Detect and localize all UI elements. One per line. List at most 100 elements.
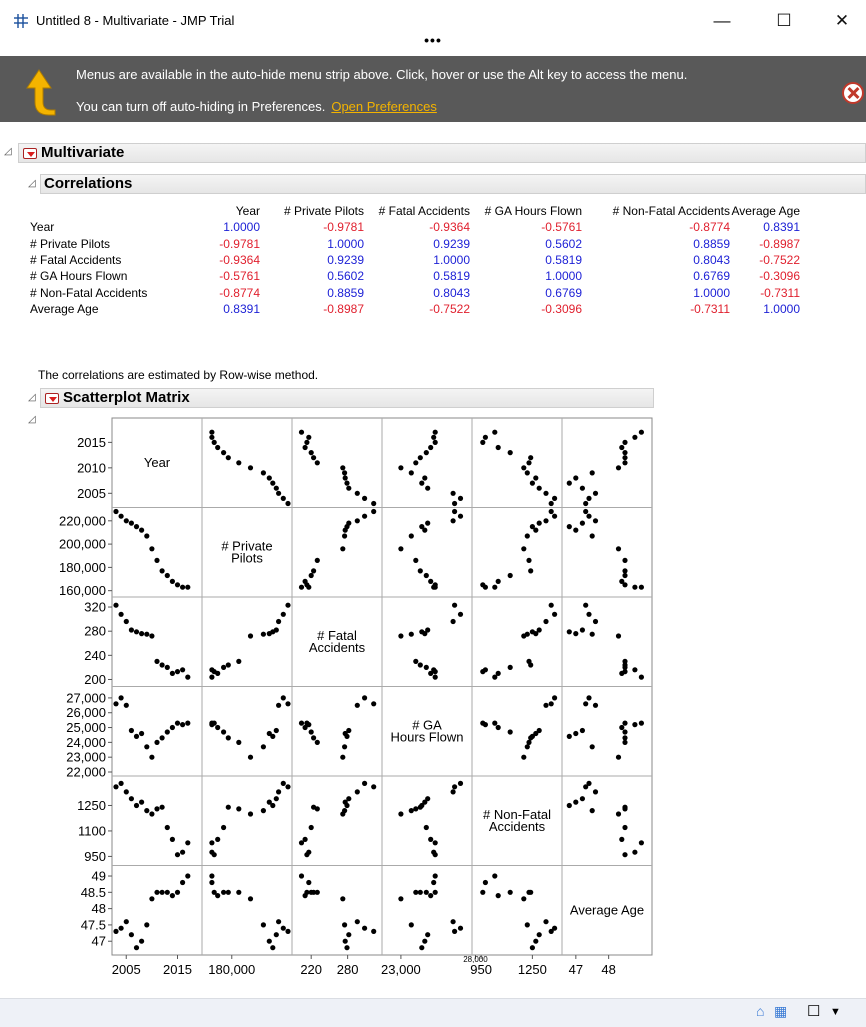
diagonal-label: Accidents (489, 819, 546, 834)
data-point (247, 811, 254, 817)
scatterplot-outline-header[interactable]: Scatterplot Matrix (40, 388, 654, 408)
data-point (432, 873, 438, 879)
data-point (589, 533, 595, 539)
data-point (450, 490, 456, 496)
open-preferences-link[interactable]: Open Preferences (331, 99, 437, 114)
y-tick-label: 47 (92, 934, 106, 949)
data-point (128, 520, 134, 526)
data-point (144, 533, 150, 539)
diagonal-label: Year (144, 455, 171, 470)
y-tick-label: 950 (84, 849, 106, 864)
data-point (428, 444, 434, 451)
data-point (113, 508, 119, 515)
red-triangle-menu-icon[interactable] (45, 393, 59, 404)
multivariate-disclosure-icon[interactable]: ◿ (4, 146, 12, 157)
data-point (533, 730, 539, 737)
data-point (276, 702, 282, 708)
data-point (346, 485, 352, 491)
red-triangle-menu-icon[interactable] (23, 148, 37, 159)
chevron-down-icon[interactable]: ▼ (830, 1006, 841, 1018)
scatterplot-disclosure-icon[interactable]: ◿ (28, 392, 36, 403)
close-banner-icon[interactable] (842, 82, 864, 104)
data-point (308, 572, 314, 579)
data-point (586, 780, 592, 786)
maximize-button[interactable]: ☐ (764, 6, 804, 36)
data-point (622, 572, 628, 579)
scatterplot-disclosure-icon[interactable]: ◿ (28, 414, 36, 425)
y-tick-label: 1100 (78, 823, 106, 838)
data-point (344, 480, 350, 486)
data-point (123, 789, 129, 795)
data-point (209, 840, 215, 846)
x-tick-label: 48 (601, 962, 615, 977)
data-point (371, 784, 377, 790)
data-point (144, 922, 150, 928)
data-point (123, 518, 129, 524)
data-point (340, 811, 346, 817)
data-point (566, 802, 572, 809)
multivariate-outline-header[interactable]: Multivariate (18, 143, 866, 163)
data-point (431, 434, 437, 440)
data-point (342, 475, 348, 481)
data-point (164, 824, 170, 831)
data-point (164, 889, 170, 895)
data-point (632, 849, 638, 855)
data-point (118, 611, 124, 617)
data-point (566, 629, 572, 635)
data-point (552, 925, 558, 931)
data-point (492, 873, 498, 879)
correlations-disclosure-icon[interactable]: ◿ (28, 178, 36, 189)
data-point (619, 836, 625, 842)
data-point (422, 527, 428, 533)
data-point (548, 500, 554, 507)
x-tick-label: 47 (569, 962, 583, 977)
data-point (543, 618, 549, 625)
window-list-icon[interactable]: ☐ (807, 1002, 820, 1020)
table-row: # GA Hours Flown -0.5761 0.5602 0.5819 1.000… (30, 268, 800, 284)
data-point (164, 664, 170, 670)
data-point (457, 780, 464, 786)
data-point (450, 518, 456, 524)
data-point (425, 520, 431, 526)
data-point (583, 500, 589, 507)
data-point (552, 513, 558, 519)
data-point (528, 455, 534, 461)
data-point (247, 633, 254, 639)
home-icon[interactable]: ⌂ (756, 1003, 764, 1019)
data-point (354, 702, 360, 708)
data-point (619, 724, 625, 731)
column-header: # Private Pilots (283, 204, 364, 219)
data-point (306, 722, 312, 728)
data-point (583, 508, 589, 515)
data-point (398, 811, 404, 817)
data-point (622, 824, 628, 831)
close-button[interactable]: ✕ (822, 6, 862, 36)
data-point (507, 729, 513, 735)
data-grid-icon[interactable]: ▦ (774, 1003, 787, 1019)
data-point (276, 789, 282, 795)
data-point (536, 932, 542, 938)
banner-message: Menus are available in the auto-hide men… (76, 67, 688, 82)
data-point (308, 824, 314, 831)
minimize-button[interactable]: — (702, 6, 742, 36)
correlation-cell: 0.6769 (545, 285, 582, 300)
data-point (154, 739, 160, 745)
data-point (586, 695, 592, 701)
auto-hide-menu-strip[interactable]: ••• (0, 33, 866, 47)
x-tick-label: 2005 (112, 962, 141, 977)
data-point (622, 568, 628, 574)
data-point (524, 533, 530, 539)
data-point (118, 780, 124, 786)
status-bar: ⌂ ▦ ☐ ▼ (0, 998, 866, 1027)
data-point (209, 429, 215, 435)
data-point (526, 460, 532, 466)
correlations-outline-header[interactable]: Correlations (40, 174, 866, 194)
data-point (408, 922, 414, 928)
data-point (314, 557, 320, 563)
data-point (566, 733, 572, 739)
correlation-cell: -0.3096 (759, 269, 800, 284)
data-point (362, 495, 368, 501)
data-point (592, 490, 599, 496)
correlation-cell: 0.5602 (327, 269, 364, 284)
data-point (311, 568, 317, 574)
